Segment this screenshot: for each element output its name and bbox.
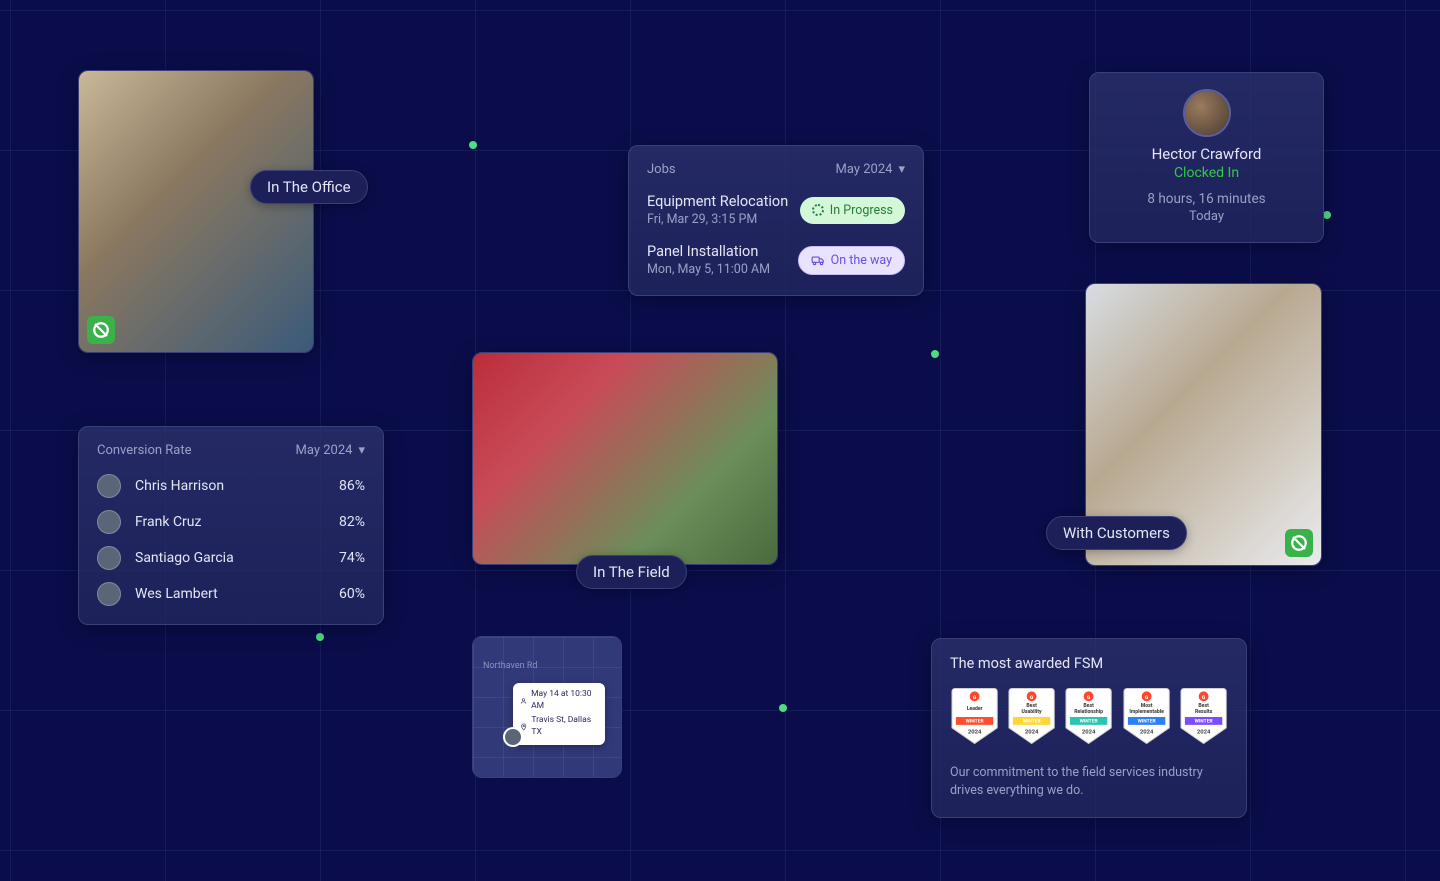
svg-text:WINTER: WINTER bbox=[1194, 719, 1213, 725]
job-subtitle: Mon, May 5, 11:00 AM bbox=[647, 262, 770, 277]
job-row[interactable]: Equipment Relocation Fri, Mar 29, 3:15 P… bbox=[647, 193, 905, 227]
conversion-value: 60% bbox=[339, 586, 365, 602]
clock-status: Clocked In bbox=[1104, 165, 1309, 181]
job-subtitle: Fri, Mar 29, 3:15 PM bbox=[647, 212, 788, 227]
conversion-row[interactable]: Wes Lambert 60% bbox=[97, 582, 365, 606]
technician-name: Hector Crawford bbox=[1104, 145, 1309, 163]
accent-dot bbox=[931, 350, 939, 358]
avatar bbox=[97, 546, 121, 570]
conversion-period-dropdown[interactable]: May 2024▾ bbox=[296, 443, 365, 458]
job-row[interactable]: Panel Installation Mon, May 5, 11:00 AM … bbox=[647, 243, 905, 277]
awards-title: The most awarded FSM bbox=[950, 655, 1228, 672]
avatar bbox=[97, 582, 121, 606]
clock-today-label: Today bbox=[1104, 209, 1309, 224]
awards-card: The most awarded FSM G Leader WINTER 202… bbox=[931, 638, 1247, 818]
awards-subtitle: Our commitment to the field services ind… bbox=[950, 764, 1228, 799]
spinner-icon bbox=[812, 204, 824, 216]
status-in-progress: In Progress bbox=[800, 197, 905, 224]
conversion-value: 86% bbox=[339, 478, 365, 494]
office-tag: In The Office bbox=[250, 170, 368, 204]
conversion-rate-card: Conversion Rate May 2024▾ Chris Harrison… bbox=[78, 426, 384, 625]
jobs-period-dropdown[interactable]: May 2024▾ bbox=[836, 162, 905, 177]
jobs-header: Jobs bbox=[647, 162, 676, 177]
svg-text:Implementable: Implementable bbox=[1129, 709, 1164, 715]
map-avatar-pin bbox=[503, 727, 523, 747]
avatar bbox=[97, 474, 121, 498]
svg-text:Usability: Usability bbox=[1022, 709, 1042, 715]
conversion-name: Frank Cruz bbox=[135, 514, 339, 530]
svg-text:2024: 2024 bbox=[1197, 730, 1211, 736]
field-tag: In The Field bbox=[576, 555, 687, 589]
svg-text:2024: 2024 bbox=[1139, 730, 1153, 736]
svg-text:WINTER: WINTER bbox=[966, 719, 985, 725]
pin-icon bbox=[520, 723, 527, 731]
field-image-card bbox=[472, 352, 778, 565]
conversion-value: 82% bbox=[339, 514, 365, 530]
chevron-down-icon: ▾ bbox=[358, 443, 365, 458]
truck-icon bbox=[811, 253, 825, 267]
svg-text:2024: 2024 bbox=[1082, 730, 1096, 736]
g2-badge: G Best Relationship WINTER 2024 bbox=[1064, 686, 1113, 746]
g2-badge: G Most Implementable WINTER 2024 bbox=[1122, 686, 1171, 746]
conversion-row[interactable]: Chris Harrison 86% bbox=[97, 474, 365, 498]
customers-tag: With Customers bbox=[1046, 516, 1187, 550]
conversion-value: 74% bbox=[339, 550, 365, 566]
office-image bbox=[79, 71, 313, 352]
brand-logo-badge bbox=[1285, 529, 1313, 557]
svg-text:2024: 2024 bbox=[968, 730, 982, 736]
svg-text:Results: Results bbox=[1195, 709, 1213, 715]
svg-text:Relationship: Relationship bbox=[1075, 709, 1104, 715]
brand-logo-badge bbox=[87, 316, 115, 344]
svg-text:2024: 2024 bbox=[1025, 730, 1039, 736]
map-popup: May 14 at 10:30 AM Travis St, Dallas TX bbox=[513, 683, 605, 745]
g2-badge: G Best Results WINTER 2024 bbox=[1179, 686, 1228, 746]
conversion-name: Chris Harrison bbox=[135, 478, 339, 494]
g2-badge: G Best Usability WINTER 2024 bbox=[1007, 686, 1056, 746]
conversion-name: Santiago Garcia bbox=[135, 550, 339, 566]
accent-dot bbox=[779, 704, 787, 712]
g2-badge: G Leader WINTER 2024 bbox=[950, 686, 999, 746]
conversion-row[interactable]: Frank Cruz 82% bbox=[97, 510, 365, 534]
map-card[interactable]: Northaven Rd May 14 at 10:30 AM Travis S… bbox=[472, 636, 622, 778]
svg-text:WINTER: WINTER bbox=[1080, 719, 1099, 725]
accent-dot bbox=[469, 141, 477, 149]
office-image-card bbox=[78, 70, 314, 353]
user-icon bbox=[520, 697, 527, 705]
clock-hours: 8 hours, 16 minutes bbox=[1104, 191, 1309, 207]
accent-dot bbox=[316, 633, 324, 641]
field-image bbox=[473, 353, 777, 564]
conversion-row[interactable]: Santiago Garcia 74% bbox=[97, 546, 365, 570]
accent-dot bbox=[1323, 211, 1331, 219]
avatar bbox=[97, 510, 121, 534]
job-title: Panel Installation bbox=[647, 243, 770, 260]
status-on-the-way: On the way bbox=[798, 246, 905, 275]
conversion-name: Wes Lambert bbox=[135, 586, 339, 602]
technician-clock-card: Hector Crawford Clocked In 8 hours, 16 m… bbox=[1089, 72, 1324, 243]
conversion-header: Conversion Rate bbox=[97, 443, 192, 458]
svg-text:Leader: Leader bbox=[967, 706, 983, 712]
avatar bbox=[1183, 89, 1231, 137]
jobs-card: Jobs May 2024▾ Equipment Relocation Fri,… bbox=[628, 145, 924, 296]
svg-text:WINTER: WINTER bbox=[1137, 719, 1156, 725]
job-title: Equipment Relocation bbox=[647, 193, 788, 210]
map-road-label: Northaven Rd bbox=[483, 661, 537, 671]
chevron-down-icon: ▾ bbox=[898, 162, 905, 177]
svg-text:WINTER: WINTER bbox=[1023, 719, 1042, 725]
